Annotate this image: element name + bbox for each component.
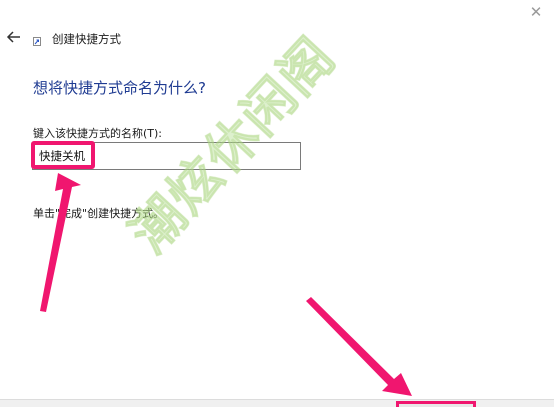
create-shortcut-dialog: ✕ 创建快捷方式 想将快捷方式命名为什么? 键入该快捷方式的名称(T): 快捷关… xyxy=(0,0,554,407)
annotation-arrow-down xyxy=(306,297,412,396)
instruction-text: 单击"完成"创建快捷方式。 xyxy=(33,207,165,220)
shortcut-icon xyxy=(33,37,41,46)
finish-button[interactable] xyxy=(396,401,476,407)
close-icon: ✕ xyxy=(529,3,543,21)
shortcut-name-label: 键入该快捷方式的名称(T): xyxy=(33,127,163,140)
close-button[interactable]: ✕ xyxy=(524,2,548,22)
back-arrow-icon[interactable] xyxy=(5,28,23,46)
page-heading: 想将快捷方式命名为什么? xyxy=(33,79,206,97)
window-title: 创建快捷方式 xyxy=(52,32,121,46)
input-highlight-box xyxy=(31,141,95,169)
annotation-arrow-up xyxy=(40,173,81,312)
annotation-arrows xyxy=(40,173,412,396)
